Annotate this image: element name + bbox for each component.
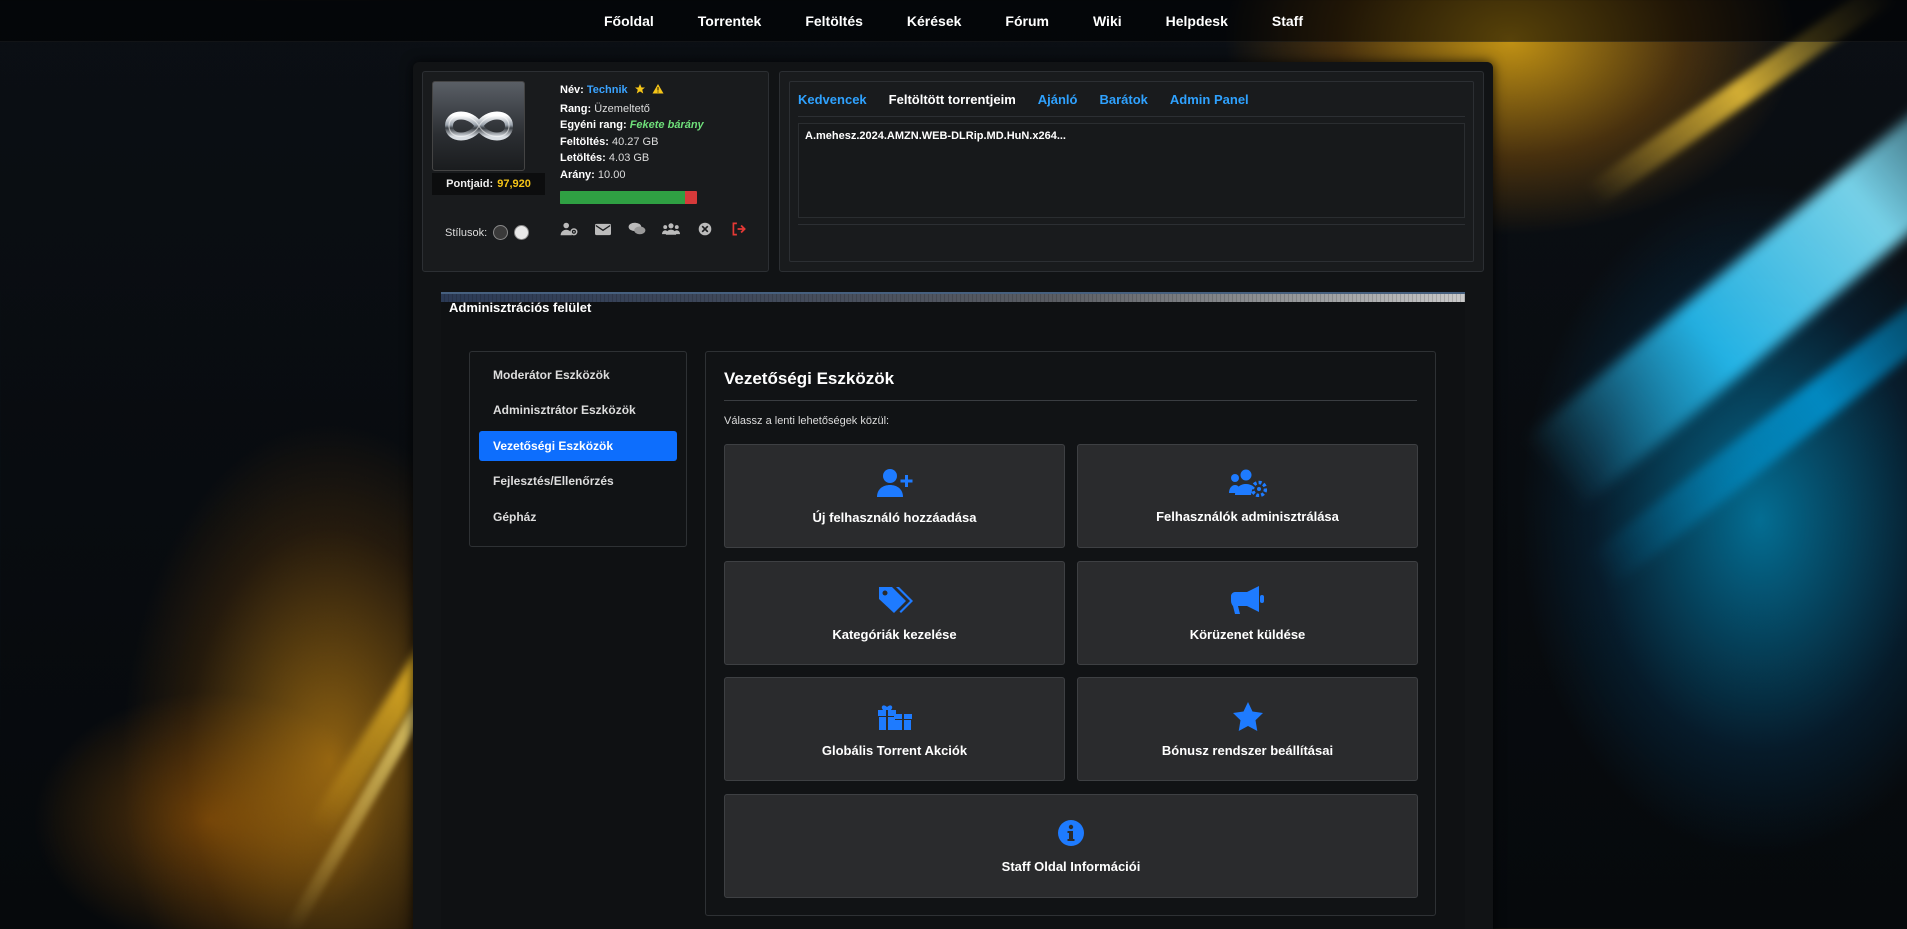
- nav-torrentek[interactable]: Torrentek: [676, 13, 784, 29]
- torrent-link[interactable]: A.mehesz.2024.AMZN.WEB-DLRip.MD.HuN.x264…: [805, 130, 1458, 142]
- nav-staff[interactable]: Staff: [1250, 13, 1325, 29]
- card-categories[interactable]: Kategóriák kezelése: [724, 561, 1065, 665]
- username-link[interactable]: Technik: [587, 84, 628, 96]
- top-navigation: Főoldal Torrentek Feltöltés Kérések Fóru…: [0, 0, 1907, 42]
- menu-gephaz[interactable]: Gépház: [479, 502, 677, 532]
- close-circle-icon[interactable]: [696, 222, 714, 236]
- card-broadcast[interactable]: Körüzenet küldése: [1077, 561, 1418, 665]
- admin-side-menu: Moderátor Eszközök Adminisztrátor Eszköz…: [469, 351, 687, 547]
- user-profile-box: Pontjaid: 97,920 Stílusok: Név: Technik …: [422, 71, 769, 272]
- ratio-progress-fill: [560, 191, 685, 204]
- points-value: 97,920: [497, 178, 531, 190]
- nav-keresek[interactable]: Kérések: [885, 13, 984, 29]
- tags-icon: [878, 586, 913, 613]
- card-new-user[interactable]: Új felhasználó hozzáadása: [724, 444, 1065, 548]
- tab-feltoltott-torrentjeim[interactable]: Feltöltött torrentjeim: [889, 92, 1016, 107]
- nav-wiki[interactable]: Wiki: [1071, 13, 1144, 29]
- warning-icon: [652, 83, 664, 101]
- card-manage-users[interactable]: Felhasználók adminisztrálása: [1077, 444, 1418, 548]
- admin-panel-title: Adminisztrációs felület: [449, 300, 592, 315]
- tab-kedvencek[interactable]: Kedvencek: [798, 92, 867, 107]
- avatar[interactable]: [432, 81, 525, 171]
- menu-vezetosegi-eszkozok[interactable]: Vezetőségi Eszközök: [479, 431, 677, 461]
- tools-panel: Vezetőségi Eszközök Válassz a lenti lehe…: [705, 351, 1436, 916]
- panel-subtitle: Válassz a lenti lehetőségek közül:: [724, 415, 890, 427]
- gifts-icon: [877, 704, 912, 730]
- tab-ajanlo[interactable]: Ajánló: [1038, 92, 1078, 107]
- megaphone-icon: [1230, 585, 1264, 614]
- profile-tabs: Kedvencek Feltöltött torrentjeim Ajánló …: [798, 92, 1249, 107]
- dark-style-toggle[interactable]: [493, 225, 509, 240]
- menu-adminisztrator-eszkozok[interactable]: Adminisztrátor Eszközök: [479, 395, 677, 425]
- nav-feltoltes[interactable]: Feltöltés: [783, 13, 885, 29]
- card-bonus-settings[interactable]: Bónusz rendszer beállításai: [1077, 677, 1418, 781]
- menu-moderator-eszkozok[interactable]: Moderátor Eszközök: [479, 360, 677, 390]
- points-display: Pontjaid: 97,920: [432, 173, 545, 195]
- panel-title: Vezetőségi Eszközök: [724, 369, 895, 388]
- user-cog-icon[interactable]: [560, 222, 578, 236]
- comments-icon[interactable]: [628, 222, 646, 236]
- style-switcher: Stílusok:: [445, 225, 530, 240]
- menu-fejlesztes-ellenorzes[interactable]: Fejlesztés/Ellenőrzés: [479, 466, 677, 496]
- user-tabs-box: Kedvencek Feltöltött torrentjeim Ajánló …: [779, 71, 1484, 272]
- tab-admin-panel[interactable]: Admin Panel: [1170, 92, 1249, 107]
- infinity-logo-icon: [444, 111, 513, 141]
- page-container: Pontjaid: 97,920 Stílusok: Név: Technik …: [413, 62, 1493, 929]
- users-cog-icon: [1228, 469, 1267, 497]
- tab-baratok[interactable]: Barátok: [1100, 92, 1148, 107]
- admin-panel-header: Adminisztrációs felület: [441, 292, 1465, 316]
- nav-fooldal[interactable]: Főoldal: [582, 13, 676, 29]
- star-icon: [1232, 701, 1263, 731]
- admin-panel-body: Moderátor Eszközök Adminisztrátor Eszköz…: [441, 316, 1465, 929]
- card-global-torrent-actions[interactable]: Globális Torrent Akciók: [724, 677, 1065, 781]
- user-plus-icon: [876, 468, 912, 497]
- user-tools: [560, 222, 748, 236]
- light-style-toggle[interactable]: [514, 225, 530, 240]
- ratio-progress-bar: [560, 191, 697, 204]
- users-icon[interactable]: [662, 222, 680, 236]
- info-circle-icon: [1058, 819, 1084, 846]
- envelope-icon[interactable]: [594, 222, 612, 236]
- profile-info: Név: Technik Rang: Üzemeltető Egyéni ran…: [560, 83, 704, 181]
- nav-forum[interactable]: Fórum: [983, 13, 1071, 29]
- star-icon: [634, 83, 646, 101]
- nav-helpdesk[interactable]: Helpdesk: [1144, 13, 1250, 29]
- card-staff-page-info[interactable]: Staff Oldal Információi: [724, 794, 1418, 898]
- logout-icon[interactable]: [730, 222, 748, 236]
- uploaded-torrent-list: A.mehesz.2024.AMZN.WEB-DLRip.MD.HuN.x264…: [798, 123, 1465, 218]
